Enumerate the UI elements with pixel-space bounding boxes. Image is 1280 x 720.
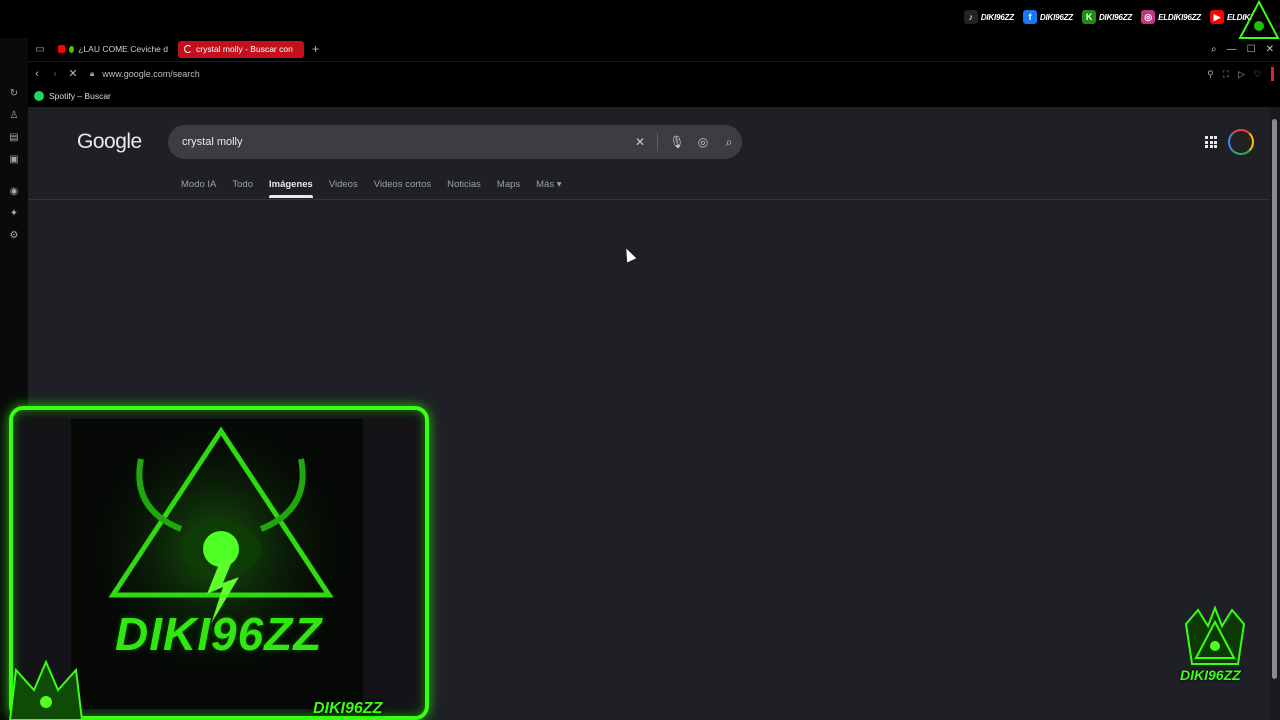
tab-modo-ia[interactable]: Modo IA (181, 179, 216, 198)
url-field[interactable]: www.google.com/search (102, 69, 200, 79)
social-handle: ELDIKI96ZZ (1158, 12, 1201, 22)
instagram-icon: ◎ (1141, 10, 1156, 24)
divider (657, 133, 658, 151)
address-actions: ⚲ ⛶ ▷ ♡ (1207, 62, 1274, 86)
mascot-icon (71, 419, 363, 709)
spotify-icon (34, 91, 44, 101)
facebook-icon: f (1022, 10, 1037, 24)
player-toggle-icon[interactable]: ▷ (1238, 69, 1245, 80)
scroll-thumb[interactable] (1272, 119, 1277, 679)
settings-icon[interactable]: ⚙ (8, 230, 20, 242)
search-filter-tabs: Modo IA Todo Imágenes Videos Videos cortos No… (181, 179, 562, 198)
google-logo[interactable]: Google (77, 130, 142, 154)
divider (28, 199, 1270, 200)
extensions-icon[interactable]: ✦ (8, 208, 20, 220)
back-icon[interactable]: ‹ (28, 68, 46, 80)
ai-icon[interactable]: ♙ (8, 110, 20, 122)
tiktok-icon: ♪ (963, 10, 978, 24)
tab-islands-icon[interactable]: ▭ (28, 44, 52, 55)
kick-icon: K (1081, 10, 1096, 24)
youtube-icon (58, 45, 66, 53)
pin-icon[interactable]: ⚲ (1207, 69, 1214, 80)
search-input[interactable]: crystal molly (182, 136, 627, 148)
bookmarks-bar: Spotify – Buscar (28, 86, 1280, 106)
messenger-icon[interactable]: ▣ (8, 154, 20, 166)
tab-youtube[interactable]: ¿LAU COME Ceviche d (52, 41, 174, 58)
social-handle: DIKI96ZZ (1098, 12, 1133, 22)
tab-más[interactable]: Más ▾ (536, 179, 561, 198)
corner-mascot-logo (1238, 0, 1280, 39)
snapshot-icon[interactable]: ⛶ (1223, 69, 1229, 80)
youtube-icon: ▶ (1209, 10, 1224, 24)
social-handle: DIKI96ZZ (980, 12, 1014, 22)
tab-imágenes[interactable]: Imágenes (269, 179, 313, 198)
forward-icon[interactable]: › (46, 68, 64, 80)
social-facebook: f DIKI96ZZ (1022, 10, 1073, 24)
stop-loading-icon[interactable]: ✕ (64, 67, 82, 80)
minimize-icon[interactable]: — (1227, 44, 1237, 55)
history-icon[interactable]: ↻ (8, 88, 20, 100)
close-icon[interactable]: ✕ (1266, 44, 1274, 55)
tabs-icon[interactable]: ▤ (8, 132, 20, 144)
profile-indicator[interactable] (1271, 67, 1274, 81)
apps-grid-icon[interactable] (1205, 136, 1217, 148)
tab-videos[interactable]: Videos (329, 179, 358, 198)
bookmark-spotify[interactable]: Spotify – Buscar (49, 91, 111, 101)
window-controls: ⌕ — ☐ ✕ (1211, 38, 1274, 60)
tab-noticias[interactable]: Noticias (447, 179, 481, 198)
tab-todo[interactable]: Todo (232, 179, 253, 198)
clear-icon[interactable]: ✕ (627, 135, 653, 149)
new-tab-button[interactable]: + (312, 42, 319, 56)
tab-videos-cortos[interactable]: Videos cortos (374, 179, 431, 198)
lock-icon[interactable]: 🔒︎ (90, 69, 94, 79)
webcam-name-label: DIKI96ZZ (313, 700, 383, 717)
corner-brand-text: DIKI96ZZ (1180, 667, 1241, 683)
search-box[interactable]: crystal molly ✕ 🎙︎ ◎ ⌕ (168, 125, 742, 159)
social-kick: K DIKI96ZZ (1081, 10, 1133, 24)
scrollbar[interactable] (1270, 107, 1280, 720)
tab-bar: ▭ ¿LAU COME Ceviche d crystal molly - Bu… (28, 38, 1280, 60)
social-handle: DIKI96ZZ (1039, 12, 1073, 22)
tab-maps[interactable]: Maps (497, 179, 520, 198)
tab-google-search[interactable]: crystal molly - Buscar con (178, 40, 304, 58)
social-tiktok: ♪ DIKI96ZZ (963, 10, 1014, 24)
loading-icon (184, 45, 192, 53)
tab-label: crystal molly - Buscar con (196, 44, 293, 54)
avatar[interactable] (1228, 129, 1254, 155)
tab-label: ¿LAU COME Ceviche d (78, 44, 168, 54)
lens-icon[interactable]: ◎ (690, 135, 716, 149)
search-icon[interactable]: ⌕ (716, 135, 742, 150)
mascot-head-icon (8, 659, 84, 720)
search-tabs-icon[interactable]: ⌕ (1211, 44, 1217, 55)
player-icon[interactable]: ◉ (8, 186, 20, 198)
social-instagram: ◎ ELDIKI96ZZ (1141, 10, 1201, 24)
channel-logo-art: DIKI96ZZ (71, 419, 363, 709)
address-bar: ‹ › ✕ 🔒︎ www.google.com/search ⚲ ⛶ ▷ ♡ (28, 61, 1280, 85)
audio-icon (69, 45, 75, 53)
heart-icon[interactable]: ♡ (1254, 69, 1262, 80)
maximize-icon[interactable]: ☐ (1247, 44, 1256, 55)
microphone-icon[interactable]: 🎙︎ (664, 135, 690, 149)
social-overlay: ♪ DIKI96ZZ f DIKI96ZZ K DIKI96ZZ ◎ ELDIKI96ZZ ▶ E… (963, 10, 1252, 24)
channel-brand-text: DIKI96ZZ (115, 608, 323, 660)
